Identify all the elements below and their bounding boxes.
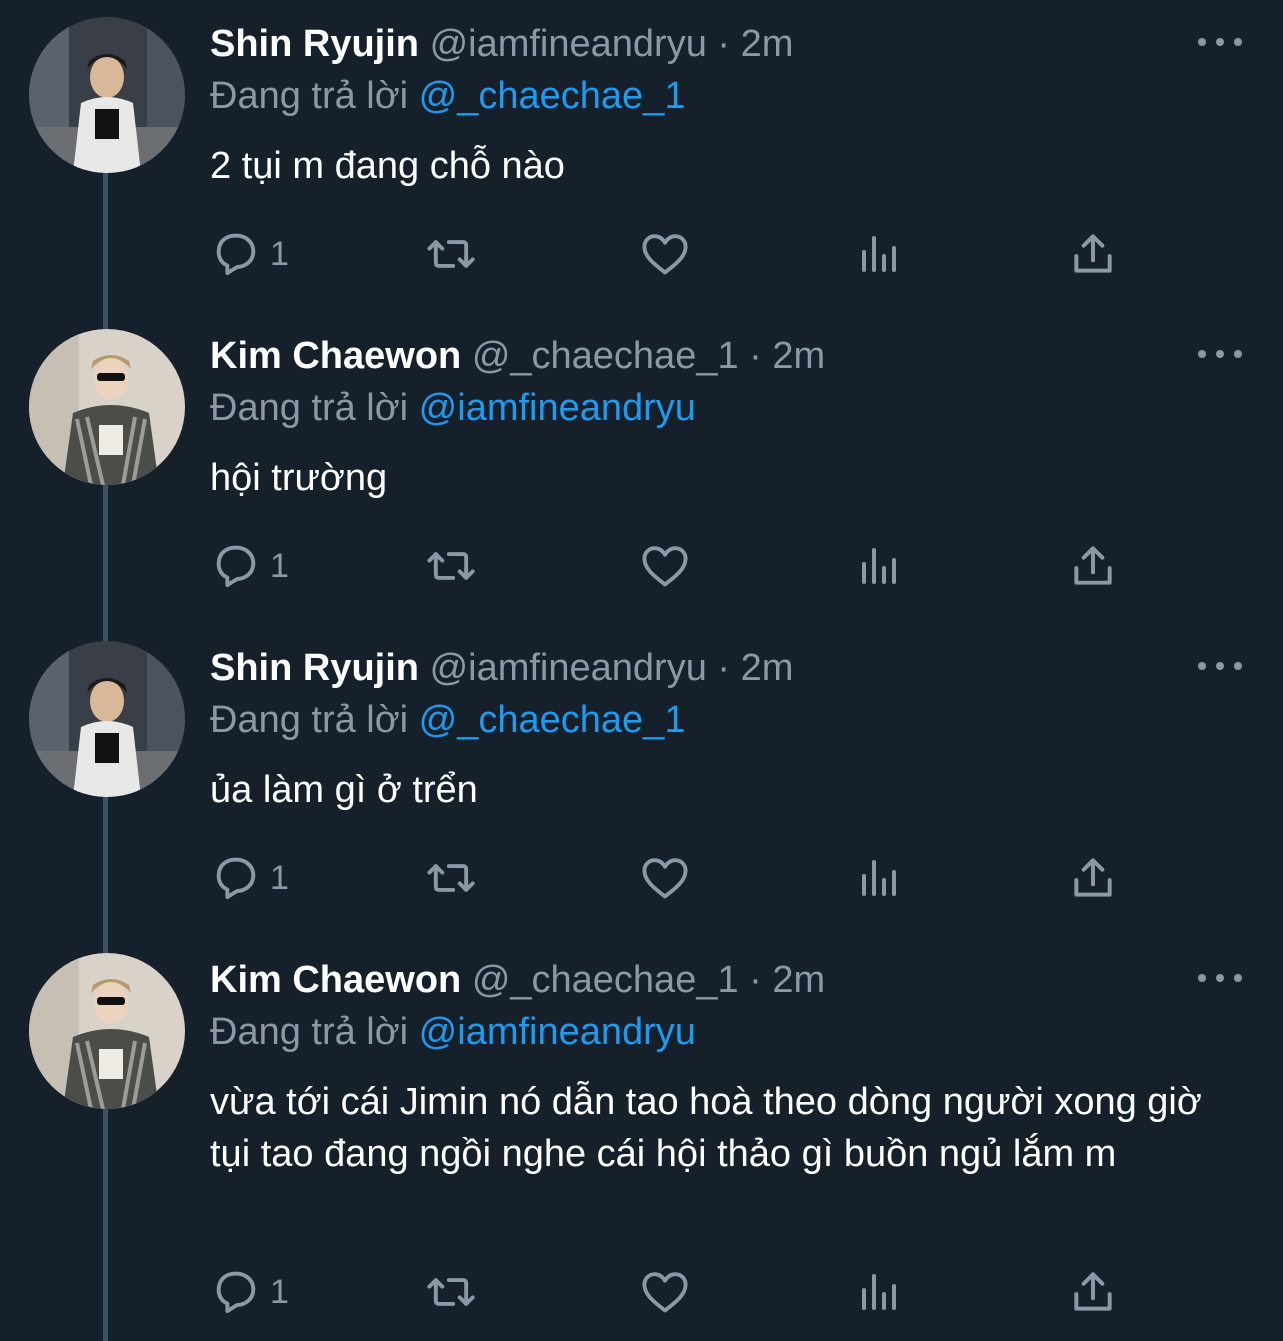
tweet-header: Shin Ryujin @iamfineandryu · 2m [210, 20, 793, 68]
tweet[interactable]: Shin Ryujin @iamfineandryu · 2m Đang trả… [0, 0, 1283, 312]
tweet-header: Kim Chaewon @_chaechae_1 · 2m [210, 332, 825, 380]
display-name[interactable]: Kim Chaewon [210, 959, 461, 1001]
reply-button[interactable]: 1 [210, 536, 289, 596]
more-icon[interactable] [1198, 30, 1242, 54]
views-icon [862, 1274, 896, 1310]
reply-count: 1 [270, 1272, 289, 1311]
heart-icon [642, 546, 688, 587]
retweet-button[interactable] [423, 536, 479, 596]
avatar[interactable] [29, 17, 185, 173]
share-icon [1074, 546, 1112, 585]
mention-link[interactable]: @_chaechae_1 [419, 699, 686, 741]
reply-icon [216, 545, 256, 588]
views-button[interactable] [856, 1262, 904, 1322]
share-icon [1074, 234, 1112, 273]
heart-icon [642, 234, 688, 275]
timestamp[interactable]: 2m [741, 647, 794, 689]
replying-to-label: Đang trả lời [210, 699, 409, 741]
share-button[interactable] [1068, 1262, 1118, 1322]
tweet-text: hội trường [210, 457, 388, 499]
replying-to: Đang trả lời @_chaechae_1 [210, 72, 685, 120]
reply-button[interactable]: 1 [210, 848, 289, 908]
share-icon [1074, 858, 1112, 897]
display-name[interactable]: Kim Chaewon [210, 335, 461, 377]
retweet-button[interactable] [423, 224, 479, 284]
reply-count: 1 [270, 546, 289, 585]
views-button[interactable] [856, 536, 904, 596]
separator: · [717, 647, 731, 689]
replying-to: Đang trả lời @_chaechae_1 [210, 696, 685, 744]
action-bar: 1 [210, 536, 1210, 596]
avatar[interactable] [29, 641, 185, 797]
display-name[interactable]: Shin Ryujin [210, 647, 419, 689]
replying-to-label: Đang trả lời [210, 75, 409, 117]
separator: · [749, 335, 762, 377]
like-button[interactable] [638, 224, 692, 284]
more-icon[interactable] [1198, 966, 1242, 990]
views-button[interactable] [856, 848, 904, 908]
mention-link[interactable]: @_chaechae_1 [419, 75, 686, 117]
reply-icon [216, 233, 256, 276]
tweet-header: Kim Chaewon @_chaechae_1 · 2m [210, 956, 825, 1004]
reply-button[interactable]: 1 [210, 224, 289, 284]
user-handle[interactable]: @_chaechae_1 [472, 959, 739, 1001]
avatar[interactable] [29, 953, 185, 1109]
tweet-text: 2 tụi m đang chỗ nào [210, 145, 565, 187]
heart-icon [642, 1272, 688, 1313]
tweet[interactable]: Kim Chaewon @_chaechae_1 · 2m Đang trả l… [0, 312, 1283, 624]
action-bar: 1 [210, 224, 1210, 284]
retweet-icon [427, 552, 475, 580]
display-name[interactable]: Shin Ryujin [210, 23, 419, 65]
reply-count: 1 [270, 858, 289, 897]
mention-link[interactable]: @iamfineandryu [419, 387, 696, 429]
reply-count: 1 [270, 234, 289, 273]
mention-link[interactable]: @iamfineandryu [419, 1011, 696, 1053]
retweet-icon [427, 240, 475, 268]
share-button[interactable] [1068, 536, 1118, 596]
replying-to-label: Đang trả lời [210, 1011, 409, 1053]
replying-to-label: Đang trả lời [210, 387, 409, 429]
like-button[interactable] [638, 536, 692, 596]
tweet-header: Shin Ryujin @iamfineandryu · 2m [210, 644, 793, 692]
views-icon [862, 548, 896, 584]
reply-button[interactable]: 1 [210, 1262, 289, 1322]
retweet-icon [427, 864, 475, 892]
retweet-button[interactable] [423, 1262, 479, 1322]
tweet-text: ủa làm gì ở trển [210, 769, 478, 811]
share-icon [1074, 1272, 1112, 1311]
tweet[interactable]: Shin Ryujin @iamfineandryu · 2m Đang trả… [0, 624, 1283, 936]
reply-icon [216, 857, 256, 900]
retweet-button[interactable] [423, 848, 479, 908]
user-handle[interactable]: @iamfineandryu [430, 23, 707, 65]
reply-icon [216, 1271, 256, 1314]
like-button[interactable] [638, 848, 692, 908]
more-icon[interactable] [1198, 654, 1242, 678]
user-handle[interactable]: @_chaechae_1 [472, 335, 739, 377]
views-icon [862, 236, 896, 272]
separator: · [717, 23, 731, 65]
action-bar: 1 [210, 848, 1210, 908]
tweet[interactable]: Kim Chaewon @_chaechae_1 · 2m Đang trả l… [0, 936, 1283, 1341]
heart-icon [642, 858, 688, 899]
views-icon [862, 860, 896, 896]
user-handle[interactable]: @iamfineandryu [430, 647, 707, 689]
share-button[interactable] [1068, 224, 1118, 284]
timestamp[interactable]: 2m [772, 335, 825, 377]
like-button[interactable] [638, 1262, 692, 1322]
share-button[interactable] [1068, 848, 1118, 908]
action-bar: 1 [210, 1262, 1210, 1322]
tweet-text: vừa tới cái Jimin nó dẫn tao hoà theo dò… [210, 1081, 1202, 1175]
avatar[interactable] [29, 329, 185, 485]
more-icon[interactable] [1198, 342, 1242, 366]
timestamp[interactable]: 2m [772, 959, 825, 1001]
views-button[interactable] [856, 224, 904, 284]
replying-to: Đang trả lời @iamfineandryu [210, 1008, 696, 1056]
timestamp[interactable]: 2m [741, 23, 794, 65]
retweet-icon [427, 1278, 475, 1306]
replying-to: Đang trả lời @iamfineandryu [210, 384, 696, 432]
separator: · [749, 959, 762, 1001]
